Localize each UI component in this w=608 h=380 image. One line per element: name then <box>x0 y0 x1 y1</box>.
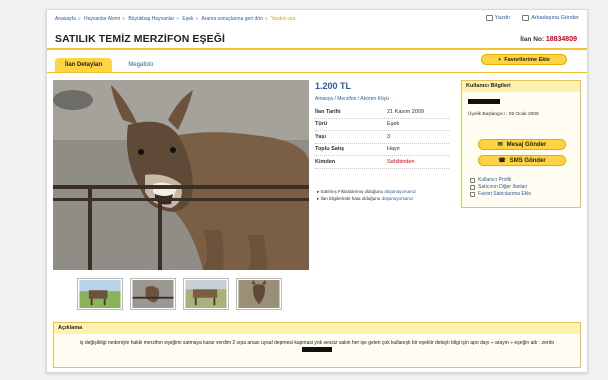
envelope-icon <box>522 15 530 21</box>
breadcrumb-animals[interactable]: Hayvanlar Alemi <box>84 16 120 22</box>
thumbnail-2[interactable] <box>130 278 176 310</box>
main-photo[interactable] <box>53 80 309 270</box>
top-actions: Yazdır Arkadaşına Gönder <box>485 15 579 21</box>
print-button[interactable]: Yazdır <box>485 15 510 21</box>
listing-number: İlan No: 18834809 <box>520 36 577 43</box>
details-table: İlan Tarihi 21 Kasım 2009 Türü Eşek Yaşı 3 … <box>315 106 449 169</box>
thumbnail-4[interactable] <box>236 278 282 310</box>
username-redacted <box>468 99 500 104</box>
price: 1.200 TL <box>315 81 352 91</box>
user-profile-link[interactable]: Kullanıcı Profili <box>470 177 531 184</box>
envelope-icon: ✉ <box>497 142 503 148</box>
send-sms-button[interactable]: ☎ SMS Gönder <box>478 155 566 166</box>
redacted-phone <box>302 347 332 353</box>
tab-megafoto[interactable]: Megafoto <box>118 58 163 72</box>
detail-row: Toplu Satış Hayır <box>315 144 449 156</box>
report-notes: ▸ Satılmış Fiktaslanmış olduğunu düşünüy… <box>317 188 416 202</box>
detail-row: İlan Tarihi 21 Kasım 2009 <box>315 106 449 119</box>
detail-row: Türü Eşek <box>315 119 449 131</box>
favorite-seller-link[interactable]: Favori Satıcılarıma Ekle <box>470 191 531 198</box>
description-header: Açıklama <box>54 323 580 334</box>
plus-icon: + <box>498 56 502 63</box>
report-sold: ▸ Satılmış Fiktaslanmış olduğunu düşünüy… <box>317 189 417 194</box>
user-icon <box>470 178 475 183</box>
help-search-link[interactable]: Yardım ara <box>271 16 295 22</box>
other-listings-link[interactable]: Satıcının Diğer İlanları <box>470 184 531 191</box>
report-sold-link[interactable]: düşünüyorsanız <box>384 189 416 194</box>
breadcrumb: Anasayfa» Hayvanlar Alemi» Büyükbaş Hayv… <box>55 16 296 22</box>
description-text: iş değişikligi nedeniyle hakki merzifon … <box>54 334 580 354</box>
add-favorites-button[interactable]: + Favorilerime Ekle <box>481 54 567 65</box>
user-links: Kullanıcı Profili Satıcının Diğer İlanla… <box>470 177 531 198</box>
back-to-results-link[interactable]: Arama sonuçlarına geri dön <box>201 16 262 22</box>
breadcrumb-livestock[interactable]: Büyükbaş Hayvanlar <box>128 16 174 22</box>
thumb-photo <box>132 280 174 308</box>
thumbnail-strip <box>77 278 282 310</box>
user-info-box: Kullanıcı Bilgileri Üyelik Başlangıcı : … <box>461 80 581 208</box>
tab-bar: İlan Detayları Megafoto <box>55 58 163 72</box>
detail-row: Kimden Sahibinden <box>315 156 449 169</box>
member-since: Üyelik Başlangıcı : 05 Ocak 2008 <box>468 112 539 117</box>
location-link[interactable]: Amasya / Merzifon / Akören Köyü <box>315 96 389 102</box>
printer-icon <box>485 15 493 21</box>
thumbnail-3[interactable] <box>183 278 229 310</box>
description-box: Açıklama iş değişikligi nedeniyle hakki … <box>53 322 581 368</box>
thumb-photo <box>79 280 121 308</box>
detail-row: Yaşı 3 <box>315 131 449 144</box>
breadcrumb-donkey[interactable]: Eşek <box>182 16 193 22</box>
breadcrumb-home[interactable]: Anasayfa <box>55 16 76 22</box>
listing-page: Anasayfa» Hayvanlar Alemi» Büyükbaş Hayv… <box>46 9 588 373</box>
list-icon <box>470 185 475 190</box>
send-message-button[interactable]: ✉ Mesaj Gönder <box>478 139 566 150</box>
report-error: ▸ İlan bilgilerinde hata olduğunu düşünü… <box>317 196 414 201</box>
phone-icon: ☎ <box>498 158 506 164</box>
thumb-photo <box>238 280 280 308</box>
tab-details[interactable]: İlan Detayları <box>55 58 113 72</box>
title-bar: SATILIK TEMİZ MERZİFON EŞEĞİ İlan No: 18… <box>47 28 587 50</box>
thumbnail-1[interactable] <box>77 278 123 310</box>
user-info-header: Kullanıcı Bilgileri <box>462 81 580 92</box>
send-friend-button[interactable]: Arkadaşına Gönder <box>522 15 579 21</box>
divider <box>47 72 587 73</box>
report-error-link[interactable]: düşünüyorsanız <box>382 196 414 201</box>
star-icon <box>470 192 475 197</box>
donkey-photo <box>53 80 309 270</box>
thumb-photo <box>185 280 227 308</box>
page-title: SATILIK TEMİZ MERZİFON EŞEĞİ <box>55 33 226 45</box>
